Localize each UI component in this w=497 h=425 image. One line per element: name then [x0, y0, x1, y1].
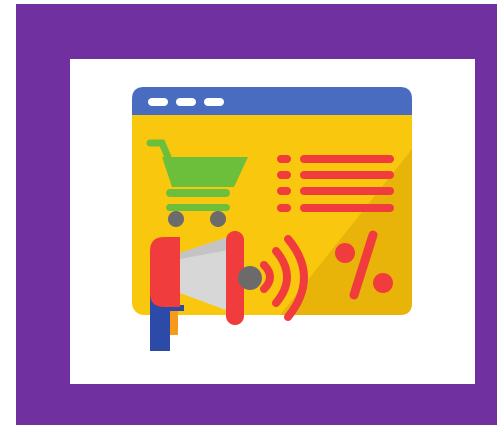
- online-marketing-icon: [132, 87, 412, 351]
- purple-frame: [16, 4, 497, 425]
- white-panel: [70, 59, 475, 384]
